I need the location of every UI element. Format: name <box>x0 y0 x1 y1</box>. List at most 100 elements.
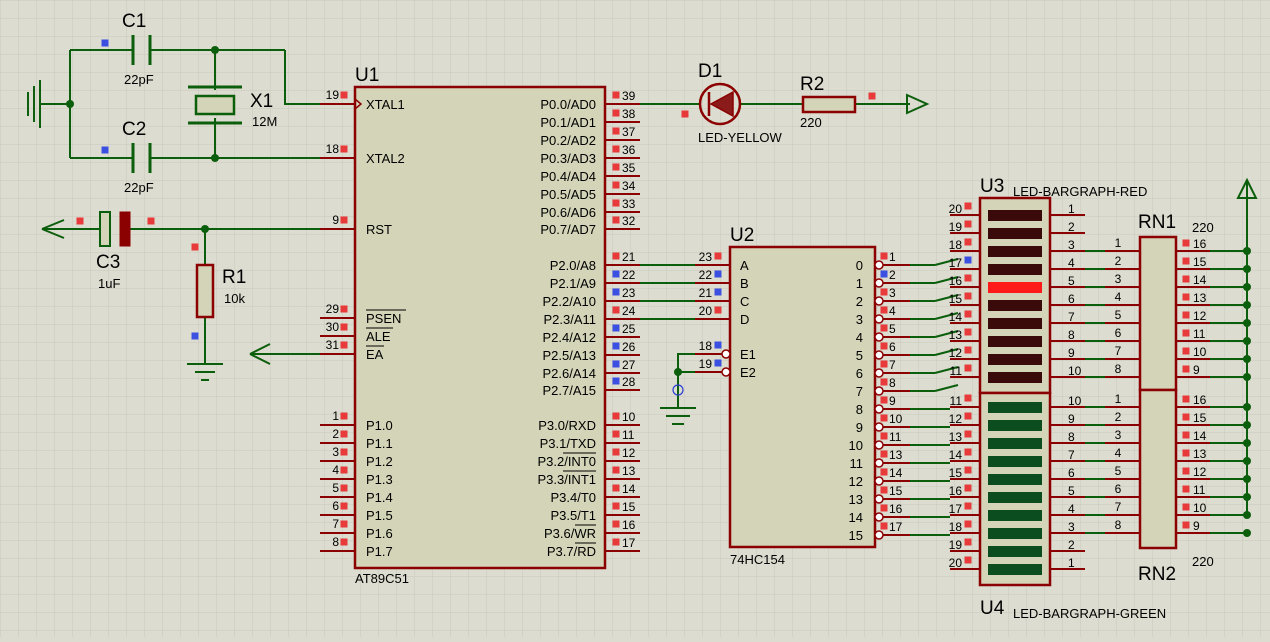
rn1-ref: RN1 <box>1138 212 1176 233</box>
r1-ref: R1 <box>222 267 246 288</box>
u4-pin-number: 3 <box>1068 520 1075 534</box>
rn1-pin-number: 10 <box>1193 345 1207 359</box>
u3-led-segment <box>988 300 1042 311</box>
u3-led-segment <box>988 318 1042 329</box>
pin-marker-red <box>612 306 620 314</box>
u2-pin-number: 10 <box>889 412 903 426</box>
u4-pin-number: 9 <box>1068 412 1075 426</box>
u1-pin-number: 23 <box>622 286 636 300</box>
rn2-body[interactable] <box>1138 388 1178 550</box>
pin-marker-red <box>76 217 84 225</box>
u4-pin-number: 13 <box>949 430 963 444</box>
u3-pin-number: 17 <box>949 256 963 270</box>
rn1-pin-number: 16 <box>1193 237 1207 251</box>
u1-pin-name: P1.1 <box>366 436 393 451</box>
rn1-pin-number: 15 <box>1193 255 1207 269</box>
pin-marker-red <box>612 502 620 510</box>
u1-pin-number: 32 <box>622 214 636 228</box>
u3-pin-number: 19 <box>949 220 963 234</box>
u4-led-segment <box>988 528 1042 539</box>
u2-pin-name: E1 <box>740 347 756 362</box>
pin-marker-red <box>880 468 888 476</box>
pin-marker-red <box>880 450 888 458</box>
pin-marker-red <box>964 328 972 336</box>
x1-crystal[interactable] <box>194 94 236 116</box>
rn1-value: 220 <box>1192 220 1214 235</box>
r2-value: 220 <box>800 115 822 130</box>
schematic-svg[interactable]: U1AT89C5119XTAL118XTAL29RST29PSEN30ALE31… <box>0 0 1270 637</box>
u2-ref: U2 <box>730 225 754 246</box>
pin-marker-red <box>191 243 199 251</box>
u1-pin-name: EA <box>366 347 384 362</box>
u4-pin-number: 8 <box>1068 430 1075 444</box>
rn2-pin-number: 4 <box>1115 446 1122 460</box>
u1-pin-number: 28 <box>622 375 636 389</box>
pin-marker-red <box>964 466 972 474</box>
u4-led-segment <box>988 564 1042 575</box>
rn2-pin-number: 13 <box>1193 447 1207 461</box>
u4-pin-number: 12 <box>949 412 963 426</box>
u2-pin-number: 23 <box>699 250 713 264</box>
pin-marker-red <box>340 305 348 313</box>
pin-marker-red <box>1182 257 1190 265</box>
pin-marker-red <box>1182 293 1190 301</box>
u1-pin-name: P3.0/RXD <box>538 418 596 433</box>
c3-plate-polar <box>119 211 131 247</box>
rn1-pin-number: 13 <box>1193 291 1207 305</box>
u2-pin-number: 6 <box>889 340 896 354</box>
junction-dot <box>66 100 74 108</box>
u4-part: LED-BARGRAPH-GREEN <box>1013 606 1166 621</box>
pin-marker-red <box>612 216 620 224</box>
u1-pin-number: 8 <box>332 535 339 549</box>
u3-pin-number: 2 <box>1068 220 1075 234</box>
u1-pin-name: P3.5/T1 <box>550 508 596 523</box>
rn2-pin-number: 12 <box>1193 465 1207 479</box>
inverter-bubble <box>874 296 884 306</box>
u1-pin-name: P2.4/A12 <box>543 330 597 345</box>
rn1-pin-number: 4 <box>1115 290 1122 304</box>
u1-pin-name: P2.3/A11 <box>543 312 596 327</box>
u2-pin-name: B <box>740 276 749 291</box>
pin-marker-blue <box>964 256 972 264</box>
u3-pin-number: 20 <box>949 202 963 216</box>
u2-pin-number: 3 <box>889 286 896 300</box>
pin-marker-blue <box>714 288 722 296</box>
pin-marker-red <box>1182 413 1190 421</box>
u1-pin-number: 36 <box>622 143 636 157</box>
pin-marker-blue <box>714 270 722 278</box>
u1-pin-number: 18 <box>326 142 340 156</box>
u1-pin-number: 6 <box>332 499 339 513</box>
c1-value: 22pF <box>124 72 154 87</box>
u1-pin-name: P2.0/A8 <box>550 258 596 273</box>
u4-pin-number: 11 <box>950 394 963 408</box>
pin-marker-red <box>612 145 620 153</box>
u1-pin-number: 15 <box>622 500 636 514</box>
u1-pin-number: 21 <box>622 250 636 264</box>
u3-led-segment <box>988 336 1042 347</box>
pin-marker-red <box>880 522 888 530</box>
r1-body[interactable] <box>195 263 215 319</box>
u3-pin-number: 12 <box>949 346 963 360</box>
rn2-pin-number: 1 <box>1115 392 1122 406</box>
r2-body[interactable] <box>801 95 857 114</box>
schematic-canvas[interactable]: U1 AT89C51 19 XTAL1 18 XTAL2 9 RST 29 PSEN 30 ALE 31… <box>0 0 1270 637</box>
pin-marker-red <box>880 378 888 386</box>
d1-value: LED-YELLOW <box>698 130 783 145</box>
u4-pin-number: 19 <box>949 538 963 552</box>
rn1-body[interactable] <box>1138 235 1178 392</box>
u1-pin-number: 12 <box>622 446 636 460</box>
u3-led-segment <box>988 354 1042 365</box>
u1-pin-number: 34 <box>622 179 636 193</box>
pin-marker-red <box>612 538 620 546</box>
pin-marker-red <box>880 432 888 440</box>
u1-pin-number: 30 <box>326 320 340 334</box>
u4-pin-number: 17 <box>949 502 963 516</box>
x1-ref: X1 <box>250 91 273 112</box>
pin-marker-red <box>340 448 348 456</box>
c3-plate <box>99 211 111 247</box>
u1-pin-name: P3.1/TXD <box>540 436 596 451</box>
u1-pin-name: P1.7 <box>366 544 393 559</box>
u3-pin-number: 5 <box>1068 274 1075 288</box>
pin-marker-blue <box>101 146 109 154</box>
pin-marker-red <box>612 127 620 135</box>
